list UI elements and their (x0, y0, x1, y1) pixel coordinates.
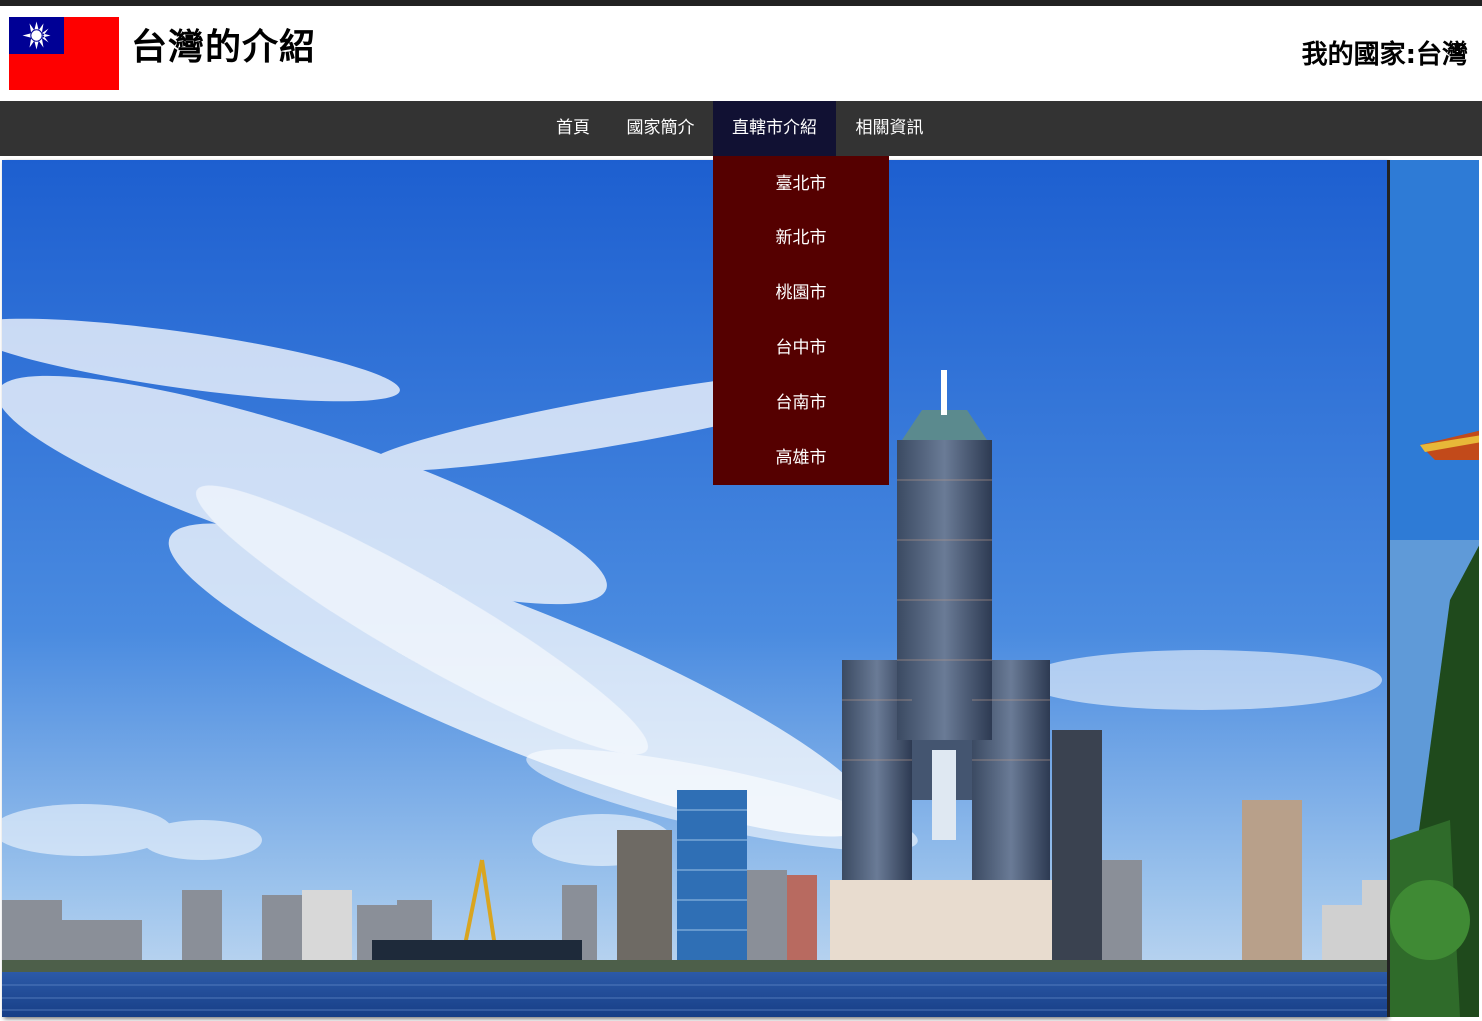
nav-country-intro[interactable]: 國家簡介 (608, 101, 713, 156)
nav-municipalities[interactable]: 直轄市介紹 (713, 101, 836, 156)
country-label: 我的國家:台灣 (1301, 40, 1468, 70)
municipalities-dropdown: 臺北市 新北市 桃園市 台中市 台南市 高雄市 (713, 156, 889, 485)
flag-canton (9, 17, 64, 54)
dropdown-item-new-taipei[interactable]: 新北市 (713, 211, 889, 266)
site-header: 台灣的介紹 我的國家:台灣 (0, 6, 1482, 101)
dropdown-item-taichung[interactable]: 台中市 (713, 321, 889, 376)
main-navbar: 首頁 國家簡介 直轄市介紹 相關資訊 (0, 101, 1482, 156)
kaohsiung-skyline-image (2, 160, 1387, 1017)
dropdown-item-taoyuan[interactable]: 桃園市 (713, 266, 889, 321)
taiwan-flag-icon (9, 17, 119, 90)
page-title: 台灣的介紹 (131, 27, 317, 68)
dropdown-item-kaohsiung[interactable]: 高雄市 (713, 431, 889, 486)
dropdown-item-tainan[interactable]: 台南市 (713, 376, 889, 431)
nav-related-info[interactable]: 相關資訊 (836, 101, 943, 156)
dropdown-item-taipei[interactable]: 臺北市 (713, 157, 889, 212)
temple-garden-image (1387, 160, 1479, 1017)
nav-home[interactable]: 首頁 (538, 101, 608, 156)
